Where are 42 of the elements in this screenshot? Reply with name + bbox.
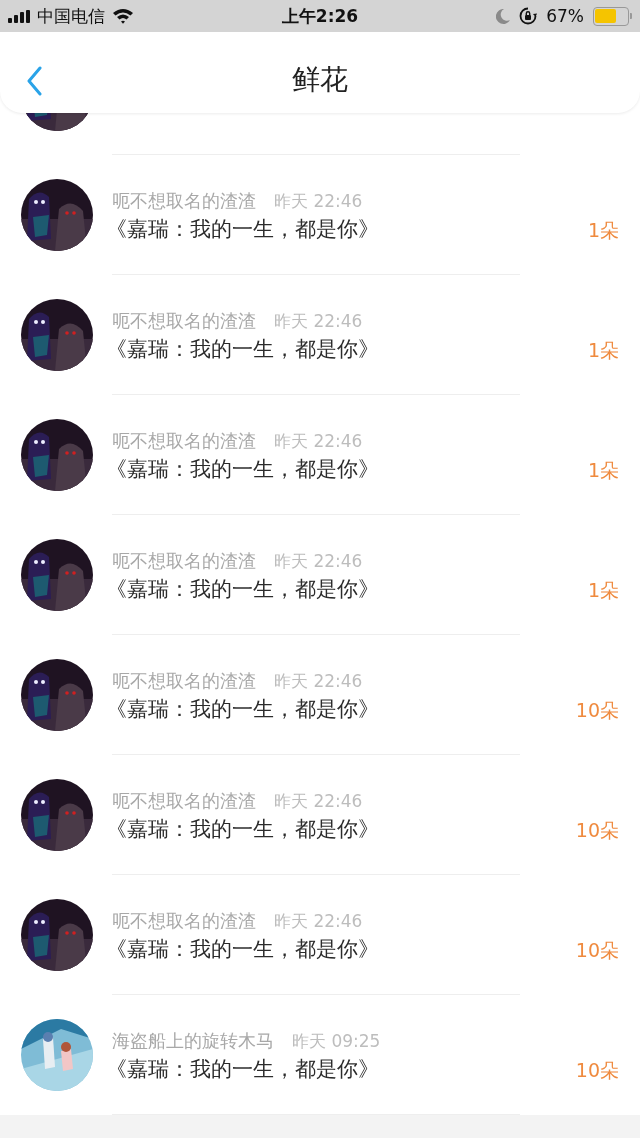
flower-count: 10朵 [575, 938, 619, 963]
book-title: 《嘉瑞：我的一生，都是你》 [106, 456, 380, 483]
sender-name: 呃不想取名的渣渣 [112, 429, 256, 453]
timestamp: 昨天 22:46 [274, 670, 363, 693]
sender-name: 呃不想取名的渣渣 [112, 909, 256, 933]
carrier-name: 中国电信 [37, 4, 105, 28]
battery-icon [593, 6, 632, 26]
signal-icon [8, 9, 30, 23]
flower-count: 1朵 [587, 458, 619, 483]
moon-icon [496, 8, 511, 24]
book-title: 《嘉瑞：我的一生，都是你》 [106, 576, 380, 603]
clock: 上午2:26 [281, 4, 359, 28]
flower-count: 10朵 [575, 698, 619, 723]
book-title: 《嘉瑞：我的一生，都是你》 [106, 696, 380, 723]
timestamp: 昨天 22:46 [274, 190, 363, 213]
flower-count: 1朵 [587, 578, 619, 603]
book-title: 《嘉瑞：我的一生，都是你》 [106, 336, 380, 363]
back-icon[interactable] [26, 66, 42, 96]
book-title: 《嘉瑞：我的一生，都是你》 [106, 816, 380, 843]
flower-count: 1朵 [587, 338, 619, 363]
sender-name: 呃不想取名的渣渣 [112, 309, 256, 333]
book-title: 《嘉瑞：我的一生，都是你》 [106, 216, 380, 243]
wifi-icon [112, 8, 134, 24]
timestamp: 昨天 22:46 [274, 430, 363, 453]
sender-name: 呃不想取名的渣渣 [112, 189, 256, 213]
battery-percent: 67% [546, 6, 584, 26]
flower-count: 10朵 [575, 1058, 619, 1083]
book-title: 《嘉瑞：我的一生，都是你》 [106, 1056, 380, 1083]
flower-count: 1朵 [587, 218, 619, 243]
page-title: 鲜花 [292, 61, 348, 98]
flower-count: 10朵 [575, 818, 619, 843]
timestamp: 昨天 09:25 [292, 1030, 381, 1053]
book-title: 《嘉瑞：我的一生，都是你》 [106, 936, 380, 963]
timestamp: 昨天 22:46 [274, 910, 363, 933]
sender-name: 呃不想取名的渣渣 [112, 669, 256, 693]
timestamp: 昨天 22:46 [274, 310, 363, 333]
sender-name: 呃不想取名的渣渣 [112, 549, 256, 573]
sender-name: 海盗船上的旋转木马 [112, 1029, 274, 1053]
timestamp: 昨天 22:46 [274, 550, 363, 573]
rotation-lock-icon [519, 7, 538, 25]
timestamp: 昨天 22:46 [274, 790, 363, 813]
sender-name: 呃不想取名的渣渣 [112, 789, 256, 813]
